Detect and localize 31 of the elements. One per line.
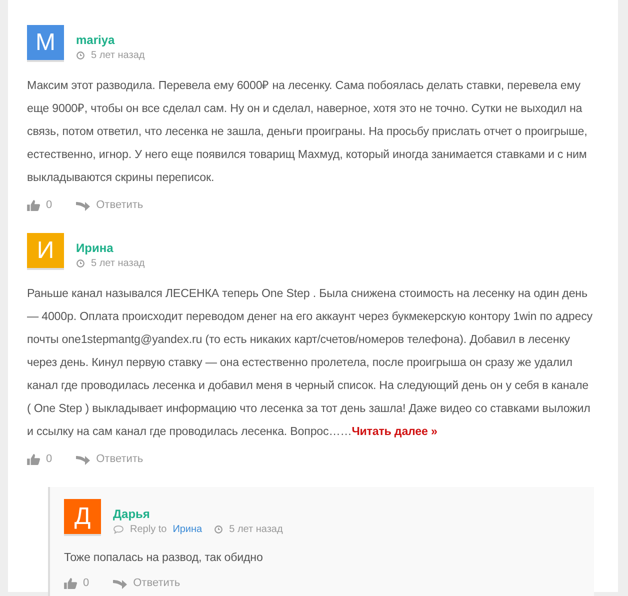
clock-icon: [76, 51, 85, 60]
clock-icon: [76, 259, 85, 268]
reply-arrow-icon: [76, 200, 90, 210]
reply-arrow-icon: [113, 578, 128, 588]
speech-bubble-icon: [113, 525, 124, 534]
comment-time: 5 лет назад: [91, 50, 145, 61]
comment-text: Раньше канал назывался ЛЕСЕНКА теперь One Step . Была снижена стоимость на лесенку на один день — 4000р. Оплата происходит переводом денег на его аккаунт через букмекерскую контору 1win по адресу почты one1stepmantg@yandex.ru (то есть никаких карт/счетов/номеров телефона). Добавил в лесенку через день. Кинул первую ставку — она естественно пролетела, после проигрыша он сразу же удалил канал где проводилась лесенка и добавил меня в черный список. На следующий день он у себя в канале ( One Step ) выкладывает информацию что лесенка за тот день зашла! Даже видео со ставками выложил и ссылку на сам канал где проводилась лесенка. Вопрос……Читать далее »: [27, 286, 594, 440]
reply-link[interactable]: Ответить: [96, 199, 144, 211]
comment-time: 5 лет назад: [229, 524, 283, 535]
comment-text: Максим этот разводила. Перевела ему 6000₽ на лесенку. Сама побоялась делать ставки, перевела ему еще 9000₽, чтобы он все сделал сам. Ну он и сделал, наверное, хотя это не точно. Сутки не выходил на связь, потом ответил, что лесенка не зашла, деньги проиграны. На просьбу прислать отчет о проигрыше, естественно, игнор. У него еще появился товарищ Махмуд, который иногда занимается ставками и с ним выкладываются скрины переписок.: [27, 78, 588, 186]
author-name[interactable]: Дарья: [113, 507, 283, 521]
thumbs-up-icon[interactable]: [27, 200, 40, 210]
reply-to-link[interactable]: Ирина: [172, 524, 202, 535]
avatar: И: [27, 233, 64, 270]
author-name[interactable]: mariya: [76, 33, 145, 47]
reply-link[interactable]: Ответить: [133, 577, 180, 589]
read-more-link[interactable]: Читать далее »: [352, 425, 438, 438]
like-count: 0: [46, 199, 52, 211]
comment-text: Тоже попалась на развод, так обидно: [64, 550, 264, 566]
clock-icon: [214, 525, 224, 534]
reply-to-label: Reply to: [130, 524, 167, 535]
avatar: Д: [64, 499, 101, 536]
like-count: 0: [83, 577, 90, 589]
reply-arrow-icon: [76, 454, 90, 464]
reply-link[interactable]: Ответить: [96, 453, 144, 465]
thumbs-up-icon[interactable]: [64, 578, 77, 588]
author-name[interactable]: Ирина: [76, 241, 145, 255]
avatar: М: [27, 25, 64, 62]
comment-time: 5 лет назад: [91, 258, 145, 269]
like-count: 0: [46, 453, 52, 465]
thumbs-up-icon[interactable]: [27, 454, 40, 464]
